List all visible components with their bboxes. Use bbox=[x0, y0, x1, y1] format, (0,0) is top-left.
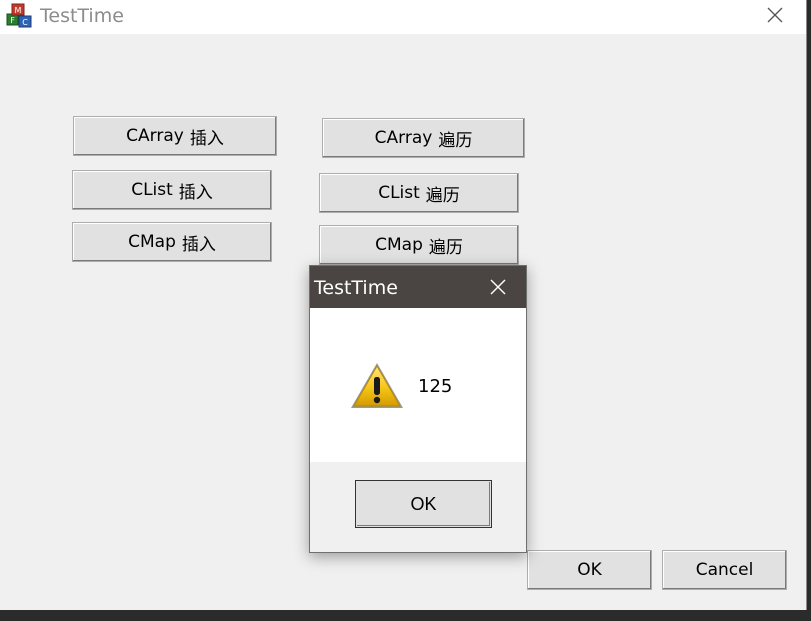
cmap-insert-button[interactable]: CMap 插入 bbox=[72, 222, 272, 262]
close-icon[interactable] bbox=[486, 275, 510, 299]
message-box-footer: OK bbox=[310, 462, 526, 552]
cancel-button[interactable]: Cancel bbox=[662, 550, 787, 590]
svg-text:F: F bbox=[10, 16, 15, 25]
button-label: 插入 bbox=[178, 182, 213, 203]
window-title: TestTime bbox=[40, 5, 124, 27]
message-box: TestTime 125 OK bbox=[309, 265, 527, 553]
button-label: 遍历 bbox=[428, 237, 463, 258]
clist-traverse-button[interactable]: CList 遍历 bbox=[319, 173, 519, 213]
mfc-app-icon: F C M bbox=[6, 3, 32, 28]
button-label: CList bbox=[378, 183, 420, 203]
title-bar[interactable]: F C M TestTime bbox=[0, 0, 806, 34]
message-box-body: 125 bbox=[310, 308, 526, 462]
button-label: 遍历 bbox=[425, 185, 460, 206]
carray-insert-button[interactable]: CArray 插入 bbox=[73, 116, 277, 156]
button-label: CMap bbox=[375, 235, 423, 255]
cmap-traverse-button[interactable]: CMap 遍历 bbox=[319, 225, 519, 265]
message-text: 125 bbox=[418, 376, 453, 397]
button-label: CMap bbox=[128, 232, 176, 252]
svg-text:C: C bbox=[22, 18, 28, 27]
clist-insert-button[interactable]: CList 插入 bbox=[72, 170, 272, 210]
button-label: CArray bbox=[126, 126, 184, 146]
ok-button[interactable]: OK bbox=[527, 550, 652, 590]
button-label: 遍历 bbox=[438, 130, 473, 151]
carray-traverse-button[interactable]: CArray 遍历 bbox=[322, 118, 525, 158]
button-label: OK bbox=[577, 560, 602, 580]
message-ok-button[interactable]: OK bbox=[355, 480, 492, 528]
warning-icon bbox=[351, 363, 403, 408]
close-icon[interactable] bbox=[762, 2, 788, 28]
message-box-title: TestTime bbox=[314, 277, 398, 299]
button-label: CArray bbox=[374, 128, 433, 148]
button-label: Cancel bbox=[695, 560, 754, 580]
svg-text:M: M bbox=[15, 6, 22, 15]
button-label: 插入 bbox=[181, 234, 216, 255]
button-label: 插入 bbox=[189, 128, 224, 149]
message-box-title-bar[interactable]: TestTime bbox=[310, 266, 526, 308]
button-label: CList bbox=[131, 180, 173, 200]
